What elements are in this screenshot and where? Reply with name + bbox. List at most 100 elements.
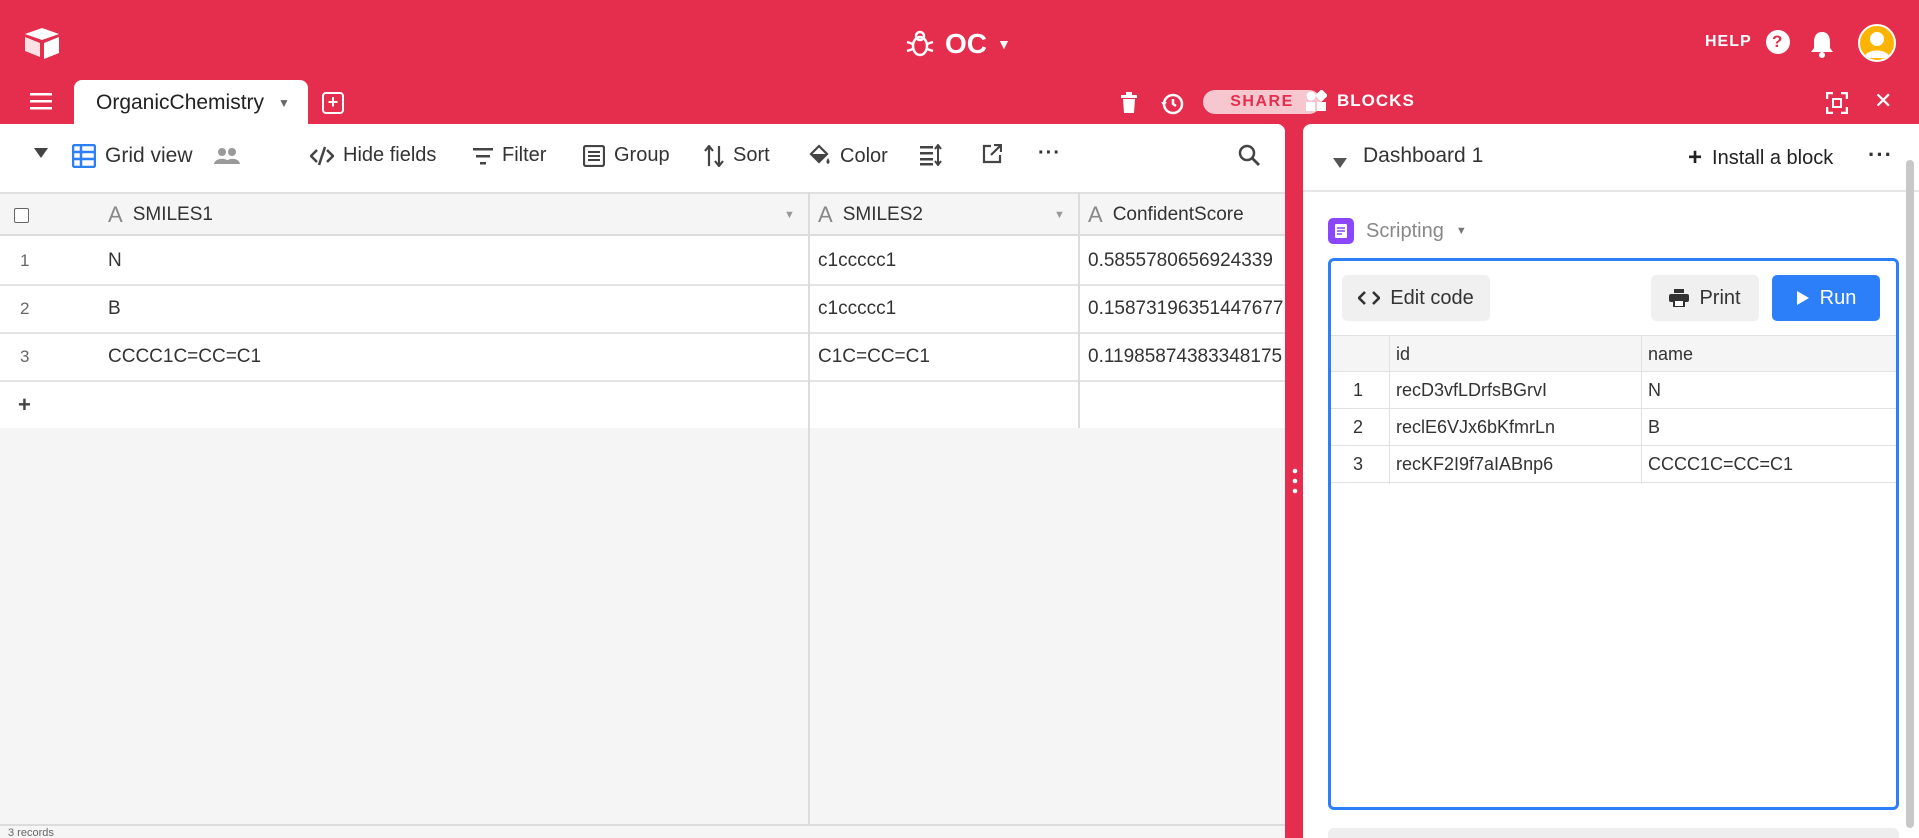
group-button[interactable]: Group [583,144,670,167]
install-label: Install a block [1712,146,1834,169]
view-selector[interactable]: Grid view [72,144,240,168]
cell-smiles2[interactable]: c1ccccc1 [818,286,1078,332]
scripting-icon [1328,218,1354,244]
color-button[interactable]: Color [807,144,888,168]
close-icon[interactable]: ✕ [1874,88,1892,114]
output-column-id: id [1396,343,1411,364]
cell-smiles1[interactable]: N [108,238,808,284]
base-title[interactable]: OC ▼ [905,24,1011,64]
cell-smiles1[interactable]: CCCC1C=CC=C1 [108,334,808,380]
plus-icon: + [1688,144,1703,171]
fullscreen-icon[interactable] [1825,91,1849,120]
output-cell-id: reclE6VJx6bKfmrLn [1396,416,1556,437]
search-icon[interactable] [1238,144,1260,166]
help-button[interactable]: HELP ? [1705,30,1790,54]
column-divider [1078,192,1080,428]
airtable-logo-icon[interactable] [22,26,62,60]
code-icon [1358,291,1381,305]
column-menu-icon[interactable]: ▼ [1054,209,1065,221]
hide-fields-button[interactable]: Hide fields [310,144,436,167]
dashboard-more-icon[interactable]: ··· [1868,142,1893,168]
collaborators-icon[interactable] [213,147,240,165]
bell-icon[interactable] [1809,30,1835,58]
block-name: Scripting [1366,219,1444,242]
row-number: 2 [20,299,30,318]
text-field-icon: A [818,202,833,227]
dashboard-title[interactable]: Dashboard 1 [1363,144,1483,168]
history-icon[interactable] [1160,92,1184,122]
share-button[interactable]: SHARE [1203,90,1321,114]
run-button[interactable]: Run [1772,275,1880,321]
row-height-icon[interactable] [920,144,942,166]
output-row-number: 2 [1353,416,1364,437]
install-block-button[interactable]: + Install a block [1688,144,1833,172]
column-label: SMILES2 [842,204,923,225]
run-label: Run [1819,286,1857,309]
hide-fields-icon [310,146,334,165]
view-switcher-caret-icon[interactable] [34,148,48,158]
dashboard-scrollbar[interactable] [1906,160,1914,828]
output-cell-id: recD3vfLDrfsBGrvI [1396,379,1548,400]
output-cell-name: B [1648,416,1661,437]
cell-smiles1[interactable]: B [108,286,808,332]
color-bucket-icon [809,144,830,164]
next-block-edge [1328,828,1899,838]
print-button[interactable]: Print [1651,275,1759,321]
group-label: Group [614,144,670,166]
output-table-row: 2 reclE6VJx6bKfmrLn B [1331,409,1896,446]
view-toolbar: Grid view Hide fields Filter Group Sort … [0,124,1285,192]
block-caret-icon: ▼ [1455,225,1467,237]
output-table-row: 3 recKF2I9f7aIABnp6 CCCC1C=CC=C1 [1331,446,1896,483]
output-column-divider [1389,335,1390,484]
cell-confidentscore[interactable]: 0.5855780656924339 [1088,238,1285,284]
row-number: 3 [20,347,30,366]
sort-label: Sort [733,144,770,166]
grid-header-row: A SMILES1 ▼ A SMILES2 ▼ A ConfidentScore [0,192,1285,236]
filter-button[interactable]: Filter [473,144,546,167]
column-header-confidentscore[interactable]: A ConfidentScore [1088,194,1285,236]
tab-organicchemistry[interactable]: OrganicChemistry ▼ [74,80,308,126]
blocks-label: BLOCKS [1337,91,1415,110]
trash-icon[interactable] [1120,92,1138,120]
grid-empty-area [0,428,1285,838]
menu-icon[interactable] [30,92,52,110]
block-title[interactable]: Scripting ▼ [1328,218,1467,244]
panel-resize-handle[interactable] [1292,468,1298,500]
more-options-icon[interactable]: ··· [1038,142,1061,165]
output-row-number: 3 [1353,453,1364,474]
sort-icon [704,144,724,167]
column-menu-icon[interactable]: ▼ [784,209,795,221]
cell-smiles2[interactable]: c1ccccc1 [818,238,1078,284]
cell-confidentscore[interactable]: 0.15873196351447677 [1088,286,1285,332]
blocks-button[interactable]: BLOCKS [1305,90,1415,112]
cell-confidentscore[interactable]: 0.11985874383348175 [1088,334,1285,380]
tab-caret-icon[interactable]: ▼ [278,96,290,110]
table-row[interactable]: 3 CCCC1C=CC=C1 C1C=CC=C1 0.1198587438334… [0,334,1285,382]
add-table-icon[interactable]: + [322,92,344,114]
cell-smiles2[interactable]: C1C=CC=C1 [818,334,1078,380]
table-row[interactable]: 1 N c1ccccc1 0.5855780656924339 [0,238,1285,286]
base-bug-icon [906,30,934,57]
table-row[interactable]: 2 B c1ccccc1 0.15873196351447677 [0,286,1285,334]
output-table-row: 1 recD3vfLDrfsBGrvI N [1331,372,1896,409]
base-name: OC [945,28,987,59]
column-header-smiles2[interactable]: A SMILES2 ▼ [818,194,1078,236]
select-all-checkbox[interactable] [14,194,29,236]
help-label: HELP [1705,33,1752,50]
row-number: 1 [20,251,30,270]
add-row-button[interactable]: + [0,382,1285,430]
column-divider [808,192,810,838]
output-column-divider [1641,335,1642,484]
print-label: Print [1699,286,1741,309]
blocks-icon [1306,90,1327,111]
avatar[interactable] [1858,24,1896,62]
share-view-icon[interactable] [982,144,1002,164]
edit-code-button[interactable]: Edit code [1342,275,1490,321]
column-label: SMILES1 [132,204,213,225]
text-field-icon: A [108,202,123,227]
output-table-header: id name [1331,335,1896,372]
dashboard-caret-icon[interactable] [1333,152,1347,174]
column-header-smiles1[interactable]: A SMILES1 ▼ [108,194,808,236]
output-row-number: 1 [1353,379,1364,400]
sort-button[interactable]: Sort [704,144,770,167]
